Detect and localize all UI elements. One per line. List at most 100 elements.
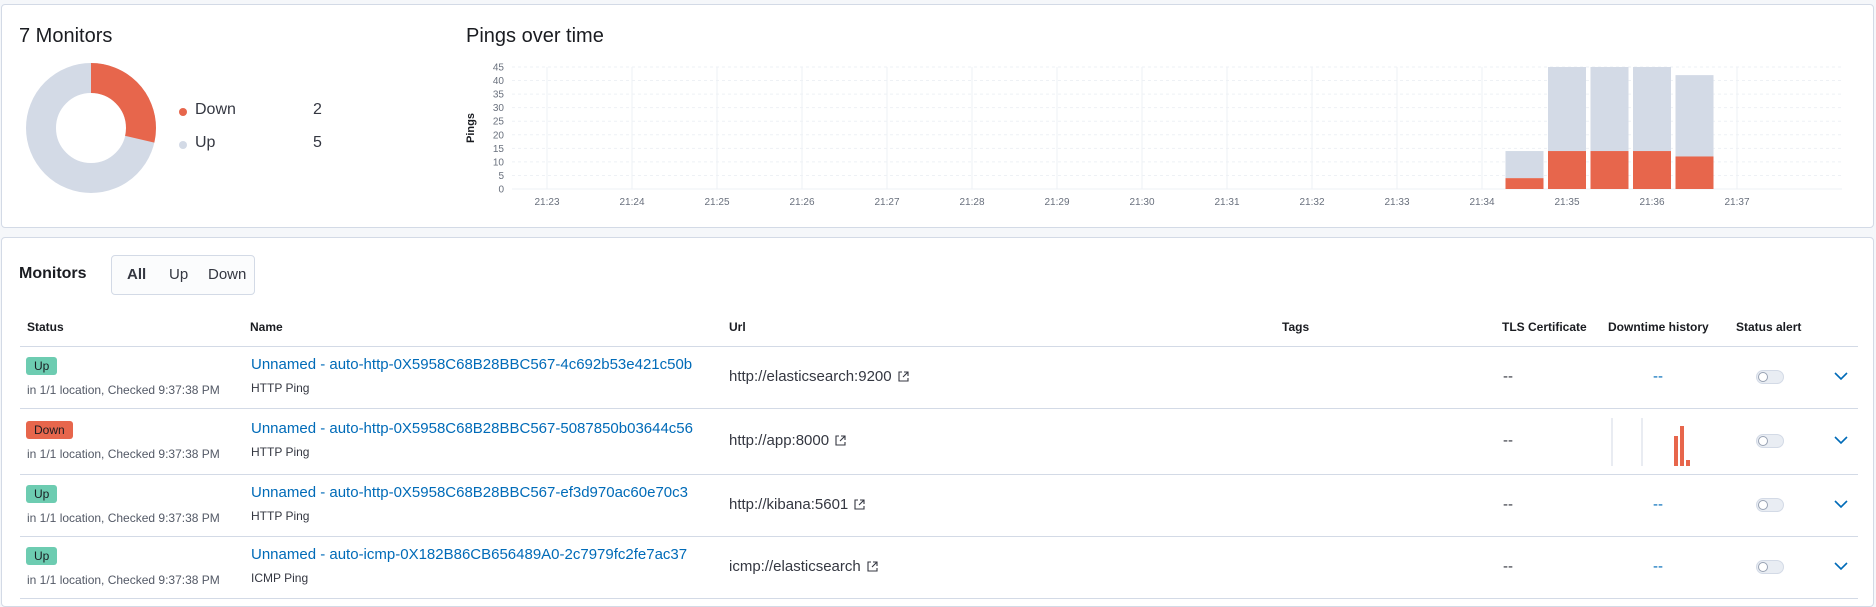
y-tick-label: 45 [493,63,505,74]
x-tick-label: 21:25 [704,197,729,208]
monitor-name-link[interactable]: Unnamed - auto-http-0X5958C68B28BBC567-4… [251,356,692,373]
x-tick-label: 21:27 [874,197,899,208]
monitor-name-link[interactable]: Unnamed - auto-icmp-0X182B86CB656489A0-2… [251,546,687,563]
legend-up-label: Up [195,134,216,151]
x-tick-label: 21:31 [1214,197,1239,208]
bar-up [1633,67,1671,152]
y-tick-label: 0 [498,185,504,196]
row-divider [20,408,1858,409]
status-donut-chart [26,63,156,193]
column-name[interactable]: Name [250,320,283,334]
column-status-alert: Status alert [1736,320,1802,334]
monitors-title: Monitors [19,265,87,282]
bar-down [1505,178,1544,189]
monitor-url-link[interactable]: http://app:8000 [729,432,846,449]
monitor-type: HTTP Ping [251,445,310,459]
x-tick-label: 21:28 [959,197,984,208]
x-tick-label: 21:30 [1129,197,1154,208]
external-link-icon [835,435,846,446]
bar-up [1590,67,1629,152]
row-divider [20,474,1858,475]
monitor-name-link[interactable]: Unnamed - auto-http-0X5958C68B28BBC567-e… [251,484,688,501]
column-status[interactable]: Status [27,320,64,334]
bar-down [1633,151,1671,189]
monitor-url-link[interactable]: icmp://elasticsearch [729,558,878,575]
status-detail: in 1/1 location, Checked 9:37:38 PM [27,383,220,397]
bar-up [1505,151,1544,179]
bar-up [1675,75,1714,157]
x-tick-label: 21:36 [1639,197,1664,208]
status-badge: Down [26,421,73,439]
tls-value: -- [1503,432,1513,449]
x-tick-label: 21:34 [1469,197,1494,208]
filter-all-button[interactable]: All [127,266,146,283]
tls-value: -- [1503,496,1513,513]
legend-up-value: 5 [313,134,322,151]
bar-down [1548,151,1586,189]
tls-value: -- [1503,368,1513,385]
tls-value: -- [1503,558,1513,575]
filter-up-button[interactable]: Up [169,266,188,283]
x-tick-label: 21:32 [1299,197,1324,208]
row-divider [20,536,1858,537]
chevron-down-icon[interactable] [1834,436,1848,445]
monitor-type: ICMP Ping [251,571,309,585]
y-tick-label: 5 [498,171,504,182]
chevron-down-icon[interactable] [1834,500,1848,509]
chevron-down-icon[interactable] [1834,562,1848,571]
header-divider [20,346,1858,347]
status-badge: Up [26,357,58,375]
pings-over-time-title: Pings over time [466,25,604,47]
monitor-type: HTTP Ping [251,509,310,523]
downtime-history-value: -- [1653,496,1663,513]
status-detail: in 1/1 location, Checked 9:37:38 PM [27,511,220,525]
column-url[interactable]: Url [729,320,746,334]
downtime-history-sparkline [1611,418,1690,466]
y-tick-label: 40 [493,76,505,87]
pings-over-time-chart: Pings 0 5 10 15 20 25 30 35 40 45 21:23 21:24 21:25 21… [465,63,1842,208]
filter-down-button[interactable]: Down [208,266,246,283]
y-tick-label: 30 [493,103,505,114]
status-filter-group: All Up Down [111,255,255,295]
monitors-count-title: 7 Monitors [19,25,113,47]
monitor-url-link[interactable]: http://kibana:5601 [729,496,865,513]
legend-down-label: Down [195,101,236,118]
downtime-history-value: -- [1653,558,1663,575]
external-link-icon [854,499,865,510]
bar-up [1548,67,1586,152]
monitor-type: HTTP Ping [251,381,310,395]
status-alert-toggle[interactable] [1756,370,1784,384]
status-detail: in 1/1 location, Checked 9:37:38 PM [27,573,220,587]
column-tls-certificate[interactable]: TLS Certificate [1502,320,1587,334]
x-tick-label: 21:26 [789,197,814,208]
x-tick-label: 21:24 [619,197,644,208]
status-alert-toggle[interactable] [1756,560,1784,574]
x-tick-label: 21:33 [1384,197,1409,208]
external-link-icon [867,561,878,572]
summary-panel: 7 Monitors Down 2 Up 5 Pings over time P… [1,4,1874,228]
legend-down-value: 2 [313,101,322,118]
chevron-down-icon[interactable] [1834,372,1848,381]
monitor-name-link[interactable]: Unnamed - auto-http-0X5958C68B28BBC567-5… [251,420,693,437]
status-alert-toggle[interactable] [1756,498,1784,512]
status-detail: in 1/1 location, Checked 9:37:38 PM [27,447,220,461]
y-tick-label: 25 [493,117,505,128]
downtime-history-value: -- [1653,368,1663,385]
y-axis-label: Pings [465,113,477,143]
external-link-icon [898,371,909,382]
y-tick-label: 35 [493,90,505,101]
legend-down-dot [179,108,187,116]
y-tick-label: 15 [493,144,505,155]
x-tick-label: 21:37 [1724,197,1749,208]
status-badge: Up [26,547,58,565]
y-tick-label: 10 [493,157,505,168]
bar-down [1675,156,1714,189]
x-tick-label: 21:35 [1554,197,1579,208]
monitor-url-link[interactable]: http://elasticsearch:9200 [729,368,909,385]
monitors-panel: Monitors All Up Down Status Name Url Tag… [1,237,1874,607]
bar-down [1590,151,1629,189]
x-tick-label: 21:23 [534,197,559,208]
x-tick-label: 21:29 [1044,197,1069,208]
y-tick-label: 20 [493,130,505,141]
status-alert-toggle[interactable] [1756,434,1784,448]
